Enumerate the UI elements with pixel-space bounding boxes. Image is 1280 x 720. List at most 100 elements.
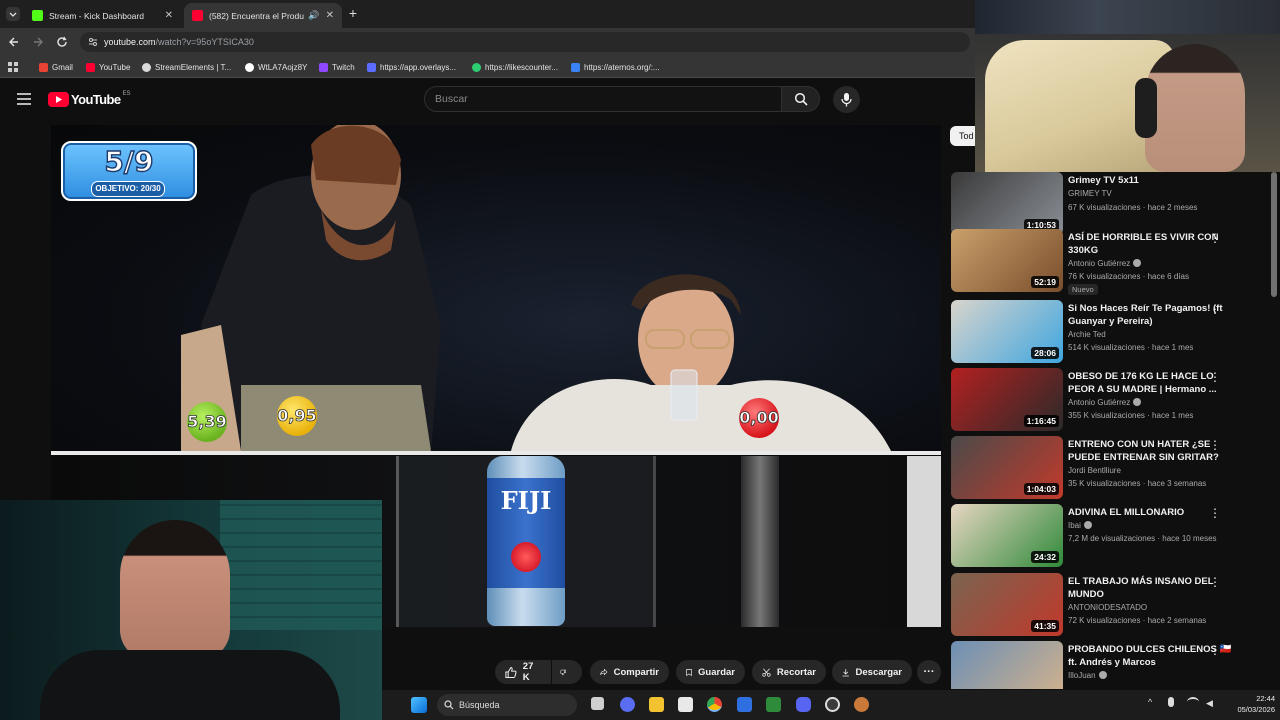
search-icon [794, 92, 808, 106]
recommendation-item[interactable]: 41:35 EL TRABAJO MÁS INSANO DEL MUNDO AN… [951, 573, 1267, 637]
tab-search-button[interactable] [6, 7, 20, 21]
channel-name[interactable]: IlloJuan [1068, 671, 1107, 680]
store-icon[interactable] [678, 697, 693, 712]
taskbar-search[interactable]: Búsqueda [437, 694, 577, 716]
more-options-icon[interactable]: ⋮ [1209, 644, 1221, 656]
speaker-icon[interactable]: 🔊 [308, 10, 319, 21]
more-options-icon[interactable]: ⋮ [1209, 232, 1221, 244]
forward-arrow-icon[interactable] [32, 36, 44, 48]
site-info-icon[interactable] [88, 37, 98, 47]
recommendation-item[interactable]: 52:19 ASÍ DE HORRIBLE ES VIVIR CON 330KG… [951, 229, 1267, 295]
bookmark-twitch[interactable]: Twitch [319, 60, 355, 74]
tab-youtube-video[interactable]: (582) Encuentra el Producto 🔊 ✕ [184, 3, 342, 28]
video-thumbnail[interactable]: 1:04:03 [951, 436, 1063, 499]
taskbar-clock[interactable]: 22:44 05/03/2026 [1233, 693, 1275, 715]
video-duration: 41:35 [1031, 620, 1059, 632]
chevron-down-icon [9, 12, 17, 17]
tab-kick-dashboard[interactable]: Stream - Kick Dashboard ✕ [24, 3, 181, 28]
twitch-icon [319, 62, 328, 72]
channel-name[interactable]: Ibai [1068, 521, 1092, 530]
video-thumbnail[interactable]: 28:06 [951, 300, 1063, 363]
video-thumbnail[interactable]: 52:19 [951, 229, 1063, 292]
new-tab-button[interactable]: + [346, 5, 360, 21]
scissors-icon [762, 667, 771, 677]
video-duration: 52:19 [1031, 276, 1059, 288]
tray-chevron-icon[interactable]: ^ [1148, 697, 1152, 707]
save-button[interactable]: Guardar [676, 660, 745, 684]
recommendation-item[interactable]: 1:04:03 ENTRENO CON UN HATER ¿SE PUEDE E… [951, 436, 1267, 500]
share-button[interactable]: Compartir [590, 660, 669, 684]
video-thumbnail[interactable]: 1:10:53 [951, 172, 1063, 235]
back-arrow-icon[interactable] [8, 36, 20, 48]
video-thumbnail[interactable]: 1:16:45 [951, 368, 1063, 431]
bookmark-streamelements[interactable]: StreamElements | T... [142, 60, 231, 74]
more-options-icon[interactable]: ⋮ [1209, 507, 1221, 519]
bookmark-video[interactable]: WtLA7Aojz8Y [245, 60, 307, 74]
close-tab-icon[interactable]: ✕ [326, 10, 334, 21]
reload-icon[interactable] [56, 36, 68, 48]
channel-name[interactable]: Antonio Gutiérrez [1068, 259, 1142, 268]
channel-name[interactable]: GRIMEY TV [1068, 189, 1112, 198]
channel-name[interactable]: Jordi Bentlliure [1068, 466, 1121, 475]
windows-start-icon[interactable] [411, 697, 427, 713]
video-title[interactable]: Grimey TV 5x11 [1068, 174, 1233, 187]
task-view-icon[interactable] [591, 697, 604, 710]
more-actions-button[interactable]: ··· [917, 660, 941, 684]
app-blue-icon[interactable] [737, 697, 752, 712]
price-ball-yellow: 0,95 [277, 396, 317, 436]
video-thumbnail[interactable]: 41:35 [951, 573, 1063, 636]
more-options-icon[interactable]: ⋮ [1209, 439, 1221, 451]
recommendation-item[interactable]: 28:06 Si Nos Haces Reír Te Pagamos! (ft … [951, 300, 1267, 364]
youtube-logo-text: YouTube [71, 91, 121, 107]
video-thumbnail[interactable] [951, 641, 1063, 689]
app-orange-icon[interactable] [854, 697, 869, 712]
address-bar[interactable]: youtube.com/watch?v=95oYTSICA30 [80, 32, 970, 52]
bottle-image: FIJI [487, 456, 565, 626]
bookmark-likescounter[interactable]: https://likescounter... [472, 60, 558, 74]
voice-search-button[interactable] [833, 86, 860, 113]
bookmark-gmail[interactable]: Gmail [39, 60, 73, 74]
channel-name[interactable]: Antonio Gutiérrez [1068, 398, 1142, 407]
like-button[interactable]: 27 K [495, 660, 551, 684]
clip-button[interactable]: Recortar [752, 660, 826, 684]
minecraft-icon[interactable] [766, 697, 781, 712]
chrome-icon[interactable] [707, 697, 722, 712]
tray-mic-icon[interactable] [1168, 697, 1174, 707]
browser-tab-strip: Stream - Kick Dashboard ✕ (582) Encuentr… [0, 0, 975, 28]
close-tab-icon[interactable]: ✕ [165, 10, 173, 21]
volume-icon[interactable]: ◀ [1206, 698, 1213, 709]
bookmark-icon [686, 668, 692, 676]
more-options-icon[interactable]: ⋮ [1209, 576, 1221, 588]
search-button[interactable] [782, 86, 820, 112]
discord-icon[interactable] [796, 697, 811, 712]
recommendation-item[interactable]: 24:32 ADIVINA EL MILLONARIO Ibai 7,2 M d… [951, 504, 1267, 568]
person-standing-figure [181, 125, 441, 451]
video-meta: 67 K visualizaciones · hace 2 meses [1068, 203, 1198, 212]
apps-grid-icon[interactable] [8, 62, 18, 72]
menu-hamburger-icon[interactable] [17, 93, 31, 105]
download-button[interactable]: Descargar [832, 660, 912, 684]
obs-icon[interactable] [825, 697, 840, 712]
more-options-icon[interactable]: ⋮ [1209, 303, 1221, 315]
channel-name[interactable]: Archie Ted [1068, 330, 1106, 339]
wifi-icon[interactable] [1187, 697, 1199, 707]
copilot-icon[interactable] [620, 697, 635, 712]
streamer-head [1145, 44, 1245, 172]
file-explorer-icon[interactable] [649, 697, 664, 712]
sidebar-scrollbar[interactable] [1271, 172, 1277, 297]
bookmark-youtube[interactable]: YouTube [86, 60, 130, 74]
youtube-icon [86, 62, 95, 72]
recommendation-item[interactable]: 1:16:45 OBESO DE 176 KG LE HACE LO PEOR … [951, 368, 1267, 432]
bookmark-overlays[interactable]: https://app.overlays... [367, 60, 456, 74]
search-input[interactable]: Buscar [424, 86, 782, 112]
channel-name[interactable]: ANTONIODESATADO [1068, 603, 1147, 612]
youtube-logo[interactable]: YouTube ES [48, 91, 131, 107]
taskbar-search-label: Búsqueda [459, 700, 500, 710]
bookmark-aternos[interactable]: https://aternos.org/:... [571, 60, 660, 74]
dislike-button[interactable] [552, 660, 582, 684]
recommendation-item[interactable]: PROBANDO DULCES CHILENOS 🇨🇱 ft. Andrés y… [951, 641, 1267, 689]
verified-check-icon [1133, 398, 1142, 406]
video-thumbnail[interactable]: 24:32 [951, 504, 1063, 567]
recommendation-item[interactable]: 1:10:53 Grimey TV 5x11 GRIMEY TV 67 K vi… [951, 172, 1267, 236]
more-options-icon[interactable]: ⋮ [1209, 371, 1221, 383]
